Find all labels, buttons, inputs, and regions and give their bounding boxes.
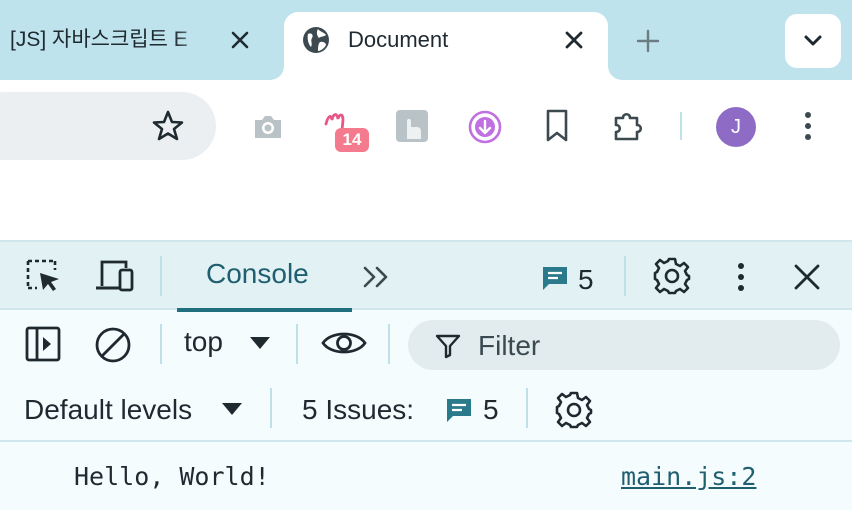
tab-title: [JS] 자바스크립트 E bbox=[10, 28, 188, 51]
camera-icon[interactable] bbox=[248, 107, 288, 147]
chevron-down-icon bbox=[804, 35, 822, 46]
close-icon[interactable] bbox=[790, 260, 824, 294]
log-message-text: Hello, World! bbox=[74, 462, 270, 491]
message-count[interactable]: 5 bbox=[578, 264, 594, 296]
issues-label[interactable]: 5 Issues: bbox=[302, 394, 414, 426]
log-levels-dropdown[interactable]: Default levels bbox=[24, 394, 192, 426]
close-icon[interactable] bbox=[560, 26, 588, 54]
device-toolbar-icon[interactable] bbox=[92, 258, 136, 294]
devtools-tabbar: Console 5 bbox=[0, 242, 852, 312]
star-icon[interactable] bbox=[148, 106, 188, 146]
download-icon[interactable] bbox=[465, 107, 505, 147]
close-icon[interactable] bbox=[226, 26, 254, 54]
globe-icon bbox=[302, 26, 330, 54]
caret-down-icon[interactable] bbox=[220, 400, 244, 418]
puzzle-icon[interactable] bbox=[608, 106, 648, 146]
toolbar-separator bbox=[270, 388, 272, 428]
gear-icon[interactable] bbox=[652, 256, 692, 296]
toolbar-separator bbox=[526, 388, 528, 428]
kebab-menu-icon[interactable] bbox=[788, 106, 828, 146]
devtools-panel: Console 5 top Filter Default levels 5 Is… bbox=[0, 240, 852, 510]
inspect-element-icon[interactable] bbox=[24, 258, 64, 294]
tab-document[interactable]: Document bbox=[284, 12, 608, 82]
message-icon[interactable] bbox=[444, 396, 474, 424]
console-message: Hello, World! main.js:2 bbox=[0, 444, 852, 510]
page-content bbox=[0, 160, 852, 240]
message-icon[interactable] bbox=[540, 264, 570, 292]
gear-icon[interactable] bbox=[554, 390, 594, 430]
toolbar-separator bbox=[296, 324, 298, 364]
console-toolbar-row2: Default levels 5 Issues: 5 bbox=[0, 376, 852, 442]
tab-search-button[interactable] bbox=[785, 14, 841, 68]
tab-title: Document bbox=[348, 27, 449, 52]
issues-count[interactable]: 5 bbox=[483, 394, 499, 426]
tab-strip: [JS] 자바스크립트 E Document bbox=[0, 0, 852, 82]
filter-input[interactable] bbox=[408, 320, 840, 370]
chevron-double-right-icon[interactable] bbox=[360, 262, 394, 292]
bookmark-icon[interactable] bbox=[537, 106, 577, 146]
plus-icon[interactable] bbox=[633, 26, 663, 56]
avatar[interactable]: J bbox=[716, 107, 756, 147]
filter-icon bbox=[434, 332, 462, 360]
kebab-menu-icon[interactable] bbox=[734, 260, 748, 294]
caret-down-icon[interactable] bbox=[248, 334, 272, 352]
extension-hand-icon[interactable] bbox=[392, 106, 432, 146]
context-selector[interactable]: top bbox=[184, 326, 223, 358]
filter-placeholder: Filter bbox=[478, 330, 541, 361]
tab-js-tutorial[interactable]: [JS] 자바스크립트 E bbox=[0, 18, 270, 62]
extension-badge: 14 bbox=[335, 128, 369, 152]
toolbar-separator bbox=[388, 324, 390, 364]
log-source-link[interactable]: main.js:2 bbox=[621, 462, 756, 491]
tab-console[interactable]: Console bbox=[177, 242, 352, 312]
tab-console-label: Console bbox=[206, 258, 309, 289]
tabbar-separator bbox=[624, 256, 626, 296]
toolbar-separator bbox=[680, 112, 682, 140]
tabbar-separator bbox=[160, 256, 162, 296]
eye-icon[interactable] bbox=[320, 326, 368, 360]
